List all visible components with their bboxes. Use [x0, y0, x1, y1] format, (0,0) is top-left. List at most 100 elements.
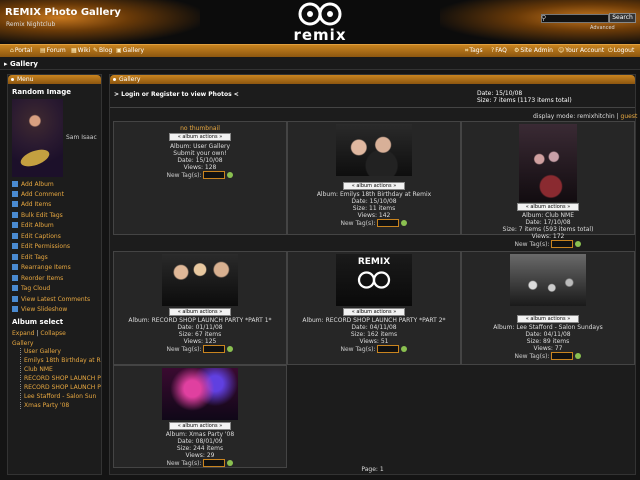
add-tag-icon[interactable]	[575, 353, 582, 359]
expand-link[interactable]: Expand	[12, 330, 34, 337]
album-actions-select[interactable]: « album actions »	[343, 308, 405, 316]
add-tag-icon[interactable]	[401, 220, 408, 226]
add-tag-icon[interactable]	[227, 346, 234, 352]
add-tag-icon[interactable]	[401, 346, 408, 352]
tags-icon: ⌗	[465, 47, 469, 54]
tree-item[interactable]: Xmas Party '08	[20, 402, 69, 409]
nav-portal[interactable]: ⌂Portal	[10, 47, 32, 54]
sidebar-action[interactable]: View Latest Comments	[12, 296, 90, 303]
reorder-items-icon	[12, 275, 18, 281]
sidebar-action[interactable]: Edit Captions	[12, 233, 61, 240]
tag-input[interactable]	[203, 171, 226, 179]
album-thumbnail[interactable]	[336, 124, 412, 176]
tag-input[interactable]	[203, 345, 226, 353]
login-message[interactable]: > Login or Register to view Photos <	[114, 91, 239, 98]
tag-label: New Tag(s):	[166, 172, 202, 179]
album-size: Size: 7 items (593 items total)	[502, 226, 594, 233]
tag-row: New Tag(s):	[462, 240, 634, 248]
sidebar-action[interactable]: Add Items	[12, 201, 51, 208]
album-title: Album: RECORD SHOP LAUNCH PARTY *PART 1*	[128, 317, 272, 324]
sidebar-action[interactable]: Edit Album	[12, 222, 54, 229]
album-thumbnail[interactable]	[510, 254, 586, 306]
sidebar-action[interactable]: Add Comment	[12, 191, 64, 198]
sidebar-action-label: Add Comment	[21, 191, 64, 198]
tag-input[interactable]	[551, 352, 574, 360]
nav-site-admin[interactable]: ⚙Site Admin	[514, 47, 553, 54]
tree-item[interactable]: RECORD SHOP LAUNCH P	[20, 384, 101, 391]
album-thumbnail[interactable]	[162, 254, 238, 306]
nav-forum[interactable]: ▤Forum	[40, 47, 66, 54]
breadcrumb-gallery-label: Gallery	[9, 60, 38, 68]
album-actions-select[interactable]: « album actions »	[169, 308, 231, 316]
nav-tags[interactable]: ⌗Tags	[465, 47, 483, 55]
tag-label: New Tag(s):	[340, 220, 376, 227]
sidebar-header: Menu	[8, 75, 101, 84]
tree-item[interactable]: Emilys 18th Birthday at R	[20, 357, 101, 364]
add-tag-icon[interactable]	[227, 172, 234, 178]
album-actions-select[interactable]: « album actions »	[169, 133, 231, 141]
tag-row: New Tag(s):	[288, 345, 460, 353]
album-thumbnail[interactable]	[519, 124, 577, 202]
collapse-link[interactable]: Collapse	[40, 330, 66, 337]
album-select-title: Album select	[12, 318, 64, 326]
tag-input[interactable]	[377, 345, 400, 353]
nav-wiki[interactable]: ▦Wiki	[71, 47, 90, 54]
no-thumbnail-label[interactable]: no thumbnail	[114, 125, 286, 132]
album-card: REMIX « album actions » Album: RECORD SH…	[287, 251, 461, 365]
tree-item[interactable]: User Gallery	[20, 348, 61, 355]
sidebar-action-label: Add Items	[21, 201, 52, 208]
wiki-icon: ▦	[71, 47, 77, 54]
album-views: Views: 125	[183, 338, 217, 345]
nav-logout[interactable]: ⏻Logout	[608, 47, 634, 55]
album-size: Size: 11 items	[352, 205, 396, 212]
nav-your-account[interactable]: ☺Your Account	[558, 47, 604, 54]
album-thumbnail[interactable]: REMIX	[336, 254, 412, 306]
tag-input[interactable]	[551, 240, 574, 248]
sidebar-action-label: Edit Album	[21, 222, 54, 229]
sidebar-action[interactable]: Bulk Edit Tags	[12, 212, 63, 219]
breadcrumb-bar: ▸ Gallery	[0, 57, 640, 70]
display-mode: display mode: remixhitchin | guest	[533, 113, 637, 120]
sidebar-action-label: View Slideshow	[21, 306, 68, 313]
tag-label: New Tag(s):	[340, 346, 376, 353]
sidebar-action[interactable]: Rearrange Items	[12, 264, 71, 271]
tree-separator: |	[36, 330, 39, 337]
album-date: Date: 04/11/08	[525, 331, 571, 338]
display-mode-guest-link[interactable]: guest	[621, 113, 638, 120]
album-actions-select[interactable]: « album actions »	[517, 315, 579, 323]
sidebar-action[interactable]: View Slideshow	[12, 306, 67, 313]
search-input[interactable]	[541, 14, 609, 23]
breadcrumb-gallery[interactable]: ▸ Gallery	[4, 60, 38, 68]
sidebar-action[interactable]: Edit Permissions	[12, 243, 70, 250]
album-title: Album: Emilys 18th Birthday at Remix	[316, 191, 432, 198]
tag-input[interactable]	[377, 219, 400, 227]
nav-blog[interactable]: ✎Blog	[93, 47, 112, 54]
add-tag-icon[interactable]	[575, 241, 582, 247]
edit-permissions-icon	[12, 243, 18, 249]
tree-root-gallery[interactable]: Gallery	[12, 340, 33, 347]
sidebar-action[interactable]: Add Album	[12, 181, 54, 188]
rearrange-items-icon	[12, 264, 18, 270]
tag-row: New Tag(s):	[462, 352, 634, 360]
tree-item[interactable]: RECORD SHOP LAUNCH P	[20, 375, 101, 382]
random-image-thumbnail[interactable]	[12, 99, 63, 177]
nav-gallery[interactable]: ▣Gallery	[116, 47, 144, 54]
album-actions-select[interactable]: « album actions »	[517, 203, 579, 211]
sidebar-action[interactable]: Reorder Items	[12, 275, 63, 282]
album-actions-select[interactable]: « album actions »	[343, 182, 405, 190]
advanced-search-link[interactable]: Advanced	[590, 25, 615, 31]
album-views: Views: 77	[533, 345, 563, 352]
search-button[interactable]: Search	[609, 13, 636, 23]
tree-item[interactable]: Lee Stafford - Salon Sun	[20, 393, 96, 400]
tree-item[interactable]: Club NME	[20, 366, 53, 373]
sidebar-action[interactable]: Tag Cloud	[12, 285, 50, 292]
sidebar-action-label: Reorder Items	[21, 275, 64, 282]
nav-faq[interactable]: ?FAQ	[491, 47, 507, 54]
remix-logo[interactable]: remix	[287, 2, 353, 44]
random-image-title: Random Image	[12, 88, 72, 96]
sidebar-action[interactable]: Edit Tags	[12, 254, 48, 261]
album-date: Date: 15/10/08	[351, 198, 397, 205]
album-actions-select[interactable]: « album actions »	[169, 422, 231, 430]
site-title[interactable]: REMIX Photo Gallery	[5, 7, 121, 18]
album-thumbnail[interactable]	[162, 368, 238, 420]
